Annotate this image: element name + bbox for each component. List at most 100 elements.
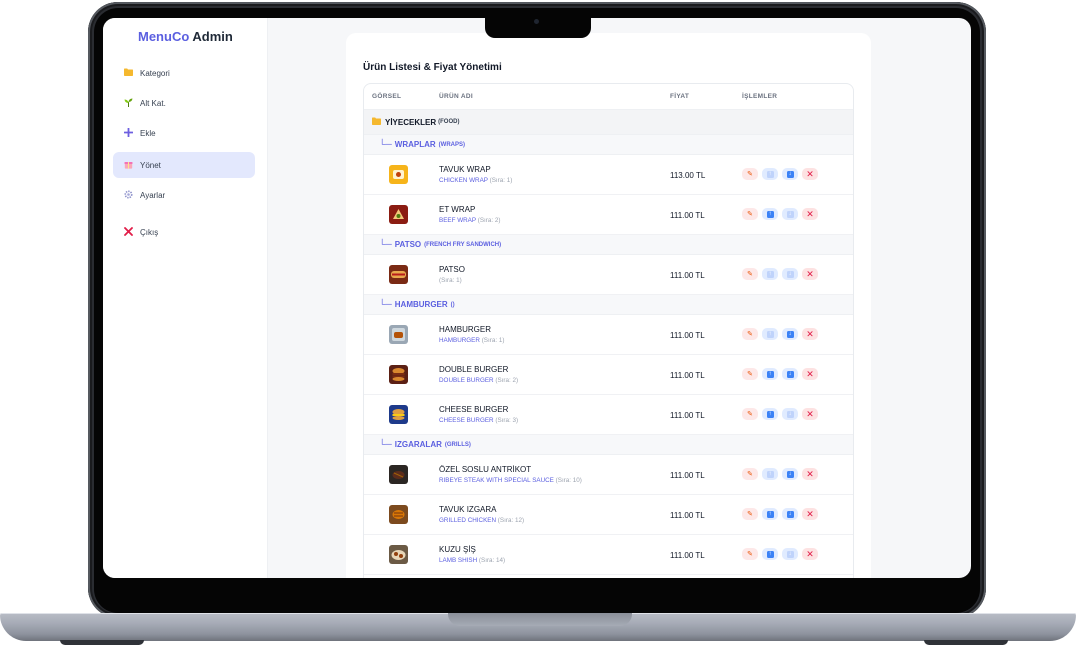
product-order: (Sıra: 12) — [497, 517, 525, 524]
delete-button[interactable]: ✕ — [802, 328, 818, 340]
move-up-button[interactable]: ↑ — [762, 468, 778, 480]
move-up-button[interactable]: ↑ — [762, 408, 778, 420]
camera-icon — [534, 19, 539, 24]
move-down-button[interactable]: ↓ — [782, 368, 798, 380]
move-up-button[interactable]: ↑ — [762, 508, 778, 520]
sidebar-item-cikis[interactable]: Çıkış — [113, 219, 255, 245]
product-english-name: CHICKEN WRAP — [439, 177, 488, 184]
sidebar-item-label: Ayarlar — [140, 190, 166, 200]
table-row: KUZU ŞİŞ LAMB SHISH (Sıra: 14) 111.00 TL… — [364, 535, 853, 575]
pencil-icon: ✎ — [747, 370, 753, 378]
edit-button[interactable]: ✎ — [742, 368, 758, 380]
product-subtitle: LAMB SHISH (Sıra: 14) — [439, 557, 505, 564]
arrow-up-icon: ↑ — [766, 330, 774, 338]
edit-button[interactable]: ✎ — [742, 508, 758, 520]
move-up-button[interactable]: ↑ — [762, 168, 778, 180]
edit-button[interactable]: ✎ — [742, 268, 758, 280]
delete-button[interactable]: ✕ — [802, 268, 818, 280]
pencil-icon: ✎ — [747, 510, 753, 518]
edit-button[interactable]: ✎ — [742, 548, 758, 560]
table-row: TAVUK IZGARA GRILLED CHICKEN (Sıra: 12) … — [364, 495, 853, 535]
delete-button[interactable]: ✕ — [802, 508, 818, 520]
product-thumbnail — [389, 505, 408, 524]
brand-logo: MenuCo Admin — [138, 29, 233, 44]
column-header-name: ÜRÜN ADI — [439, 93, 473, 100]
product-price: 111.00 TL — [670, 271, 705, 280]
edit-button[interactable]: ✎ — [742, 408, 758, 420]
sidebar-item-kategori[interactable]: Kategori — [113, 60, 255, 86]
folder-icon — [121, 68, 135, 78]
category-name: YİYECEKLER — [385, 117, 437, 127]
pencil-icon: ✎ — [747, 170, 753, 178]
product-name: TAVUK IZGARA — [439, 505, 497, 514]
move-down-button[interactable]: ↓ — [782, 508, 798, 520]
row-actions: ✎ ↑ ↓ ✕ — [742, 548, 822, 560]
product-list-card: Ürün Listesi & Fiyat Yönetimi GÖRSEL ÜRÜ… — [346, 33, 871, 578]
sidebar-item-ayarlar[interactable]: Ayarlar — [113, 182, 255, 208]
product-subtitle: (Sıra: 1) — [439, 277, 462, 284]
product-name: CHEESE BURGER — [439, 405, 509, 414]
sidebar-item-ekle[interactable]: Ekle — [113, 120, 255, 146]
row-actions: ✎ ↑ ↓ ✕ — [742, 268, 822, 280]
table-header: GÖRSEL ÜRÜN ADI FİYAT İŞLEMLER — [364, 84, 853, 110]
delete-button[interactable]: ✕ — [802, 408, 818, 420]
arrow-down-icon: ↓ — [786, 550, 794, 558]
delete-button[interactable]: ✕ — [802, 468, 818, 480]
product-thumbnail — [389, 325, 408, 344]
table-row: ET WRAP BEEF WRAP (Sıra: 2) 111.00 TL ✎ … — [364, 195, 853, 235]
row-actions: ✎ ↑ ↓ ✕ — [742, 168, 822, 180]
edit-button[interactable]: ✎ — [742, 208, 758, 220]
product-order: (Sıra: 1) — [439, 277, 462, 284]
gear-icon — [121, 189, 135, 201]
column-header-actions: İŞLEMLER — [742, 93, 778, 100]
product-name: PATSO — [439, 265, 465, 274]
edit-button[interactable]: ✎ — [742, 168, 758, 180]
delete-button[interactable]: ✕ — [802, 368, 818, 380]
move-down-button[interactable]: ↓ — [782, 208, 798, 220]
product-order: (Sıra: 2) — [495, 377, 519, 384]
laptop-opening-notch — [448, 613, 632, 626]
product-subtitle: RIBEYE STEAK WITH SPECIAL SAUCE (Sıra: 1… — [439, 477, 582, 484]
move-up-button[interactable]: ↑ — [762, 548, 778, 560]
product-order: (Sıra: 1) — [489, 177, 513, 184]
delete-button[interactable]: ✕ — [802, 168, 818, 180]
arrow-down-icon: ↓ — [786, 330, 794, 338]
sidebar-item-yonet[interactable]: Yönet — [113, 152, 255, 178]
delete-button[interactable]: ✕ — [802, 548, 818, 560]
arrow-up-icon: ↑ — [766, 470, 774, 478]
edit-button[interactable]: ✎ — [742, 328, 758, 340]
app-screen: MenuCo Admin Kategori Alt Kat. Ekle Yöne… — [103, 18, 971, 578]
move-down-button[interactable]: ↓ — [782, 468, 798, 480]
close-icon: ✕ — [806, 408, 814, 419]
product-thumbnail — [389, 165, 408, 184]
product-subtitle: CHICKEN WRAP (Sıra: 1) — [439, 177, 512, 184]
sidebar-item-alt-kat[interactable]: Alt Kat. — [113, 90, 255, 116]
table-row: DOUBLE BURGER DOUBLE BURGER (Sıra: 2) 11… — [364, 355, 853, 395]
brand-text: Admin — [189, 29, 233, 44]
arrow-up-icon: ↑ — [766, 550, 774, 558]
column-header-image: GÖRSEL — [372, 93, 402, 100]
edit-button[interactable]: ✎ — [742, 468, 758, 480]
close-icon: ✕ — [806, 168, 814, 179]
move-up-button[interactable]: ↑ — [762, 368, 778, 380]
subcategory-row: └─ IZGARALAR (GRILLS) — [364, 435, 853, 455]
move-down-button[interactable]: ↓ — [782, 328, 798, 340]
arrow-down-icon: ↓ — [786, 470, 794, 478]
move-down-button[interactable]: ↓ — [782, 168, 798, 180]
delete-button[interactable]: ✕ — [802, 208, 818, 220]
product-subtitle: GRILLED CHICKEN (Sıra: 12) — [439, 517, 524, 524]
move-down-button[interactable]: ↓ — [782, 268, 798, 280]
arrow-down-icon: ↓ — [786, 210, 794, 218]
move-up-button[interactable]: ↑ — [762, 328, 778, 340]
product-thumbnail — [389, 365, 408, 384]
product-name: ET WRAP — [439, 205, 476, 214]
move-down-button[interactable]: ↓ — [782, 408, 798, 420]
move-up-button[interactable]: ↑ — [762, 208, 778, 220]
move-down-button[interactable]: ↓ — [782, 548, 798, 560]
product-subtitle: DOUBLE BURGER (Sıra: 2) — [439, 377, 518, 384]
table-row: TAVUK WRAP CHICKEN WRAP (Sıra: 1) 113.00… — [364, 155, 853, 195]
close-icon — [121, 226, 135, 238]
row-actions: ✎ ↑ ↓ ✕ — [742, 508, 822, 520]
product-english-name: DOUBLE BURGER — [439, 377, 494, 384]
move-up-button[interactable]: ↑ — [762, 268, 778, 280]
